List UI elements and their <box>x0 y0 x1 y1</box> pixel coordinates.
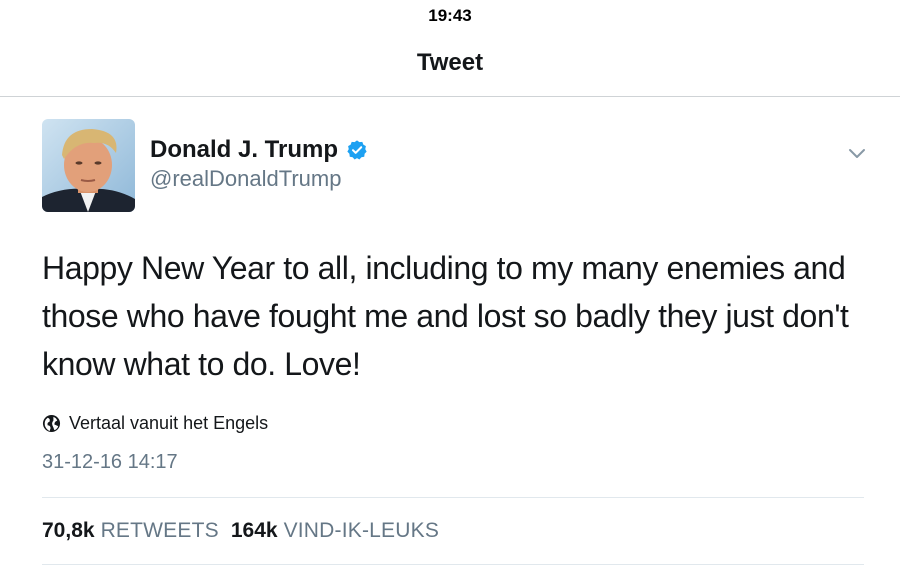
translate-label[interactable]: Vertaal vanuit het Engels <box>69 413 268 434</box>
divider <box>42 497 864 498</box>
navigation-bar: Tweet <box>0 32 900 97</box>
globe-icon <box>42 414 61 432</box>
tweet-stats: 70,8k RETWEETS 164k VIND-IK-LEUKS <box>42 516 451 546</box>
divider <box>42 564 864 565</box>
likes-count[interactable]: 164k <box>231 516 278 546</box>
avatar[interactable] <box>42 119 135 212</box>
author-name-row[interactable]: Donald J. Trump <box>150 134 368 166</box>
translate-link[interactable]: Vertaal vanuit het Engels <box>42 411 268 435</box>
chevron-down-icon[interactable] <box>846 142 868 164</box>
profile-photo-icon <box>42 119 135 212</box>
verified-badge-icon <box>347 140 367 160</box>
status-time: 19:43 <box>428 6 472 25</box>
tweet-text: Happy New Year to all, including to my m… <box>42 250 849 382</box>
author-display-name[interactable]: Donald J. Trump <box>150 136 338 164</box>
status-bar: 19:43 <box>0 0 900 32</box>
tweet-timestamp: 31-12-16 14:17 <box>42 451 178 473</box>
retweets-label[interactable]: RETWEETS <box>101 516 219 546</box>
author-handle[interactable]: @realDonaldTrump <box>150 166 341 192</box>
page-title: Tweet <box>416 49 484 76</box>
likes-label[interactable]: VIND-IK-LEUKS <box>284 516 439 546</box>
retweets-count[interactable]: 70,8k <box>42 516 95 546</box>
